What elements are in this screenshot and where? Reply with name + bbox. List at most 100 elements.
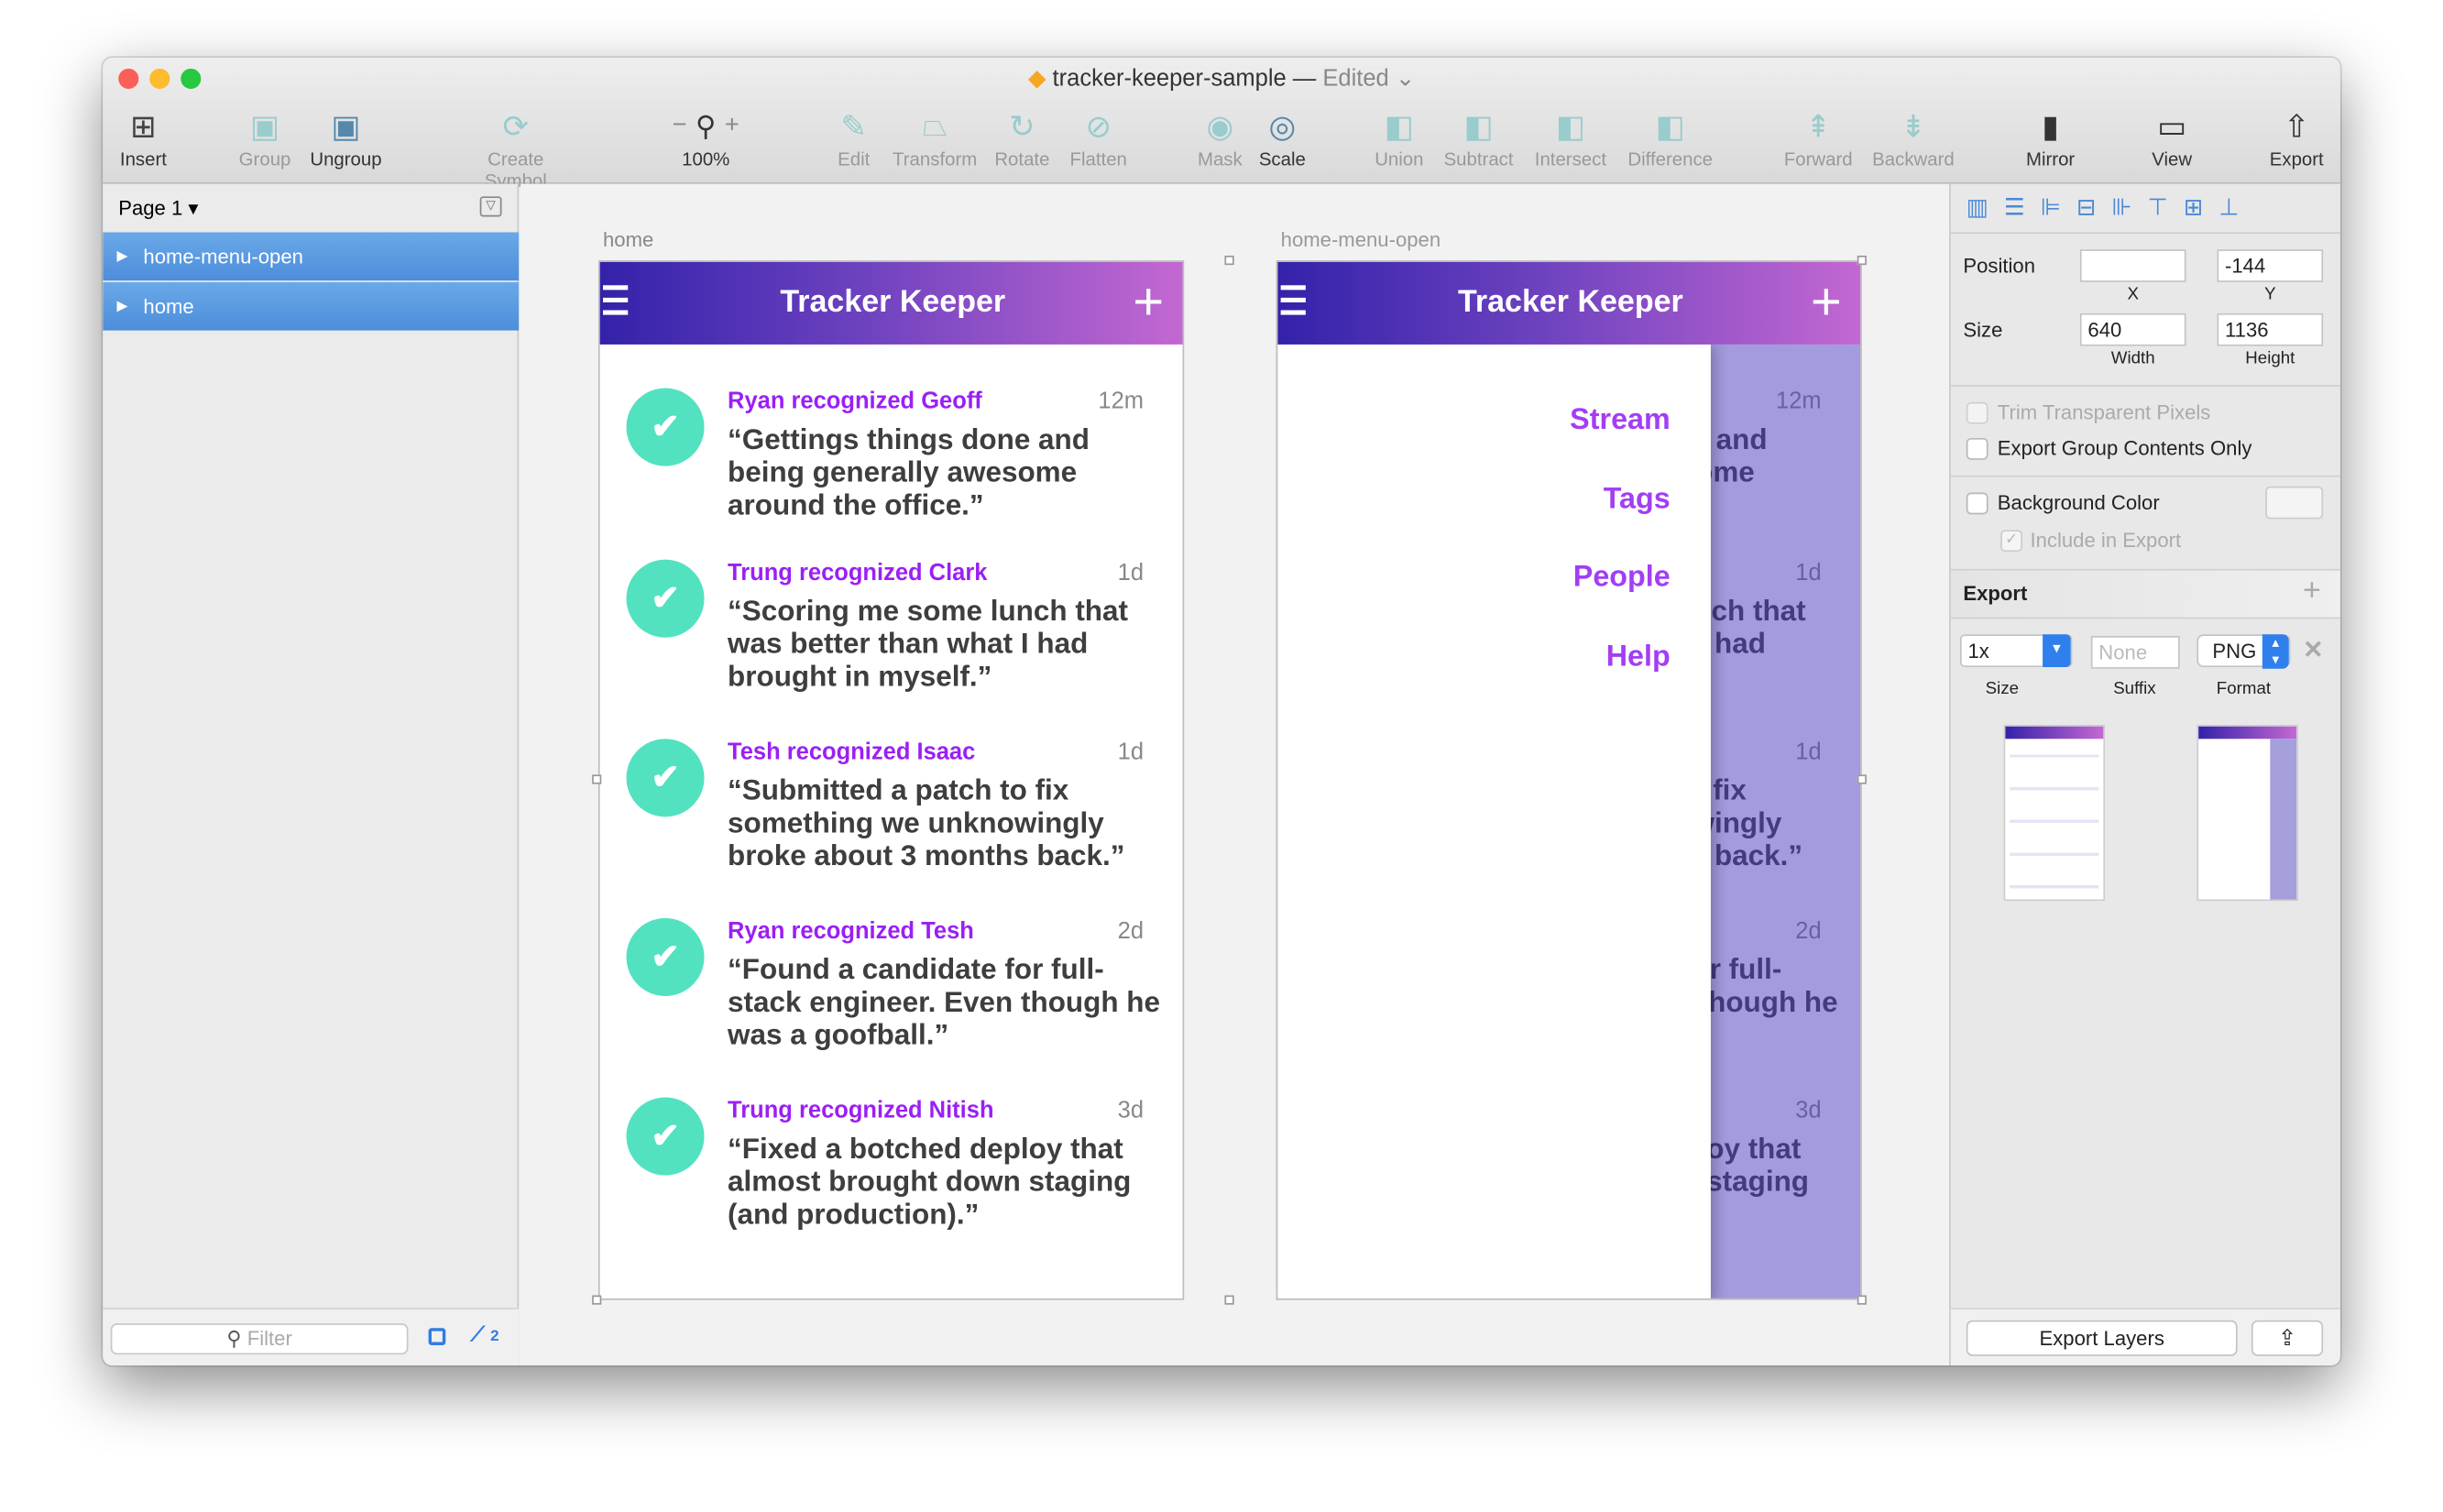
background-color-checkbox[interactable] [1966,492,1988,515]
toolbar-view-button[interactable]: ▭ View [2125,104,2218,170]
zoom-out-button[interactable]: − [673,112,687,140]
group-contents-checkbox[interactable] [1966,437,1988,460]
format-select[interactable]: PNG ▴ ▾ [2197,634,2291,669]
resize-handle[interactable] [1857,255,1867,266]
height-field[interactable]: 1136 [2217,312,2324,346]
nav-drawer: Stream Tags People Help [1277,344,1711,1298]
suffix-input[interactable]: None [2090,636,2180,669]
feed-item[interactable]: ✔ Trung recognized Nitish 3d “Fixed a bo… [600,1097,1183,1289]
layers-panel: Page 1 ▾ ▽ ▶ home-menu-open ▶ home ⚲ Filte… [103,183,520,1366]
check-icon: ✔ [626,917,705,996]
toolbar-create-symbol-button[interactable]: ⟳ Create Symbol [469,104,563,192]
align-middle-icon[interactable]: ⊞ [2184,195,2218,222]
export-layers-button[interactable]: Export Layers [1966,1320,2238,1356]
align-center-icon[interactable]: ⊟ [2076,195,2111,222]
toolbar-insert-button[interactable]: ⊞ Insert [103,104,190,170]
slices-button[interactable]: ⟋ 2 [470,1321,498,1346]
symbols-icon[interactable] [428,1328,446,1345]
toolbar-group-button[interactable]: ▣ Group [218,104,312,170]
zoom-in-button[interactable]: + [725,112,739,140]
filter-input[interactable]: ⚲ Filter [110,1323,409,1355]
align-right-icon[interactable]: ⊪ [2111,195,2147,222]
trim-checkbox[interactable] [1966,401,1988,424]
align-bottom-icon[interactable]: ⊥ [2218,195,2254,222]
toolbar-forward-button[interactable]: ⇞ Forward [1771,104,1865,170]
remove-export-icon[interactable]: ✕ [2303,634,2324,665]
resize-handle[interactable] [1857,774,1867,784]
toolbar-flatten-button[interactable]: ⊘ Flatten [1052,104,1145,170]
distribute-horizontal-icon[interactable]: ▥ [1966,195,2004,222]
view-icon: ▭ [2157,109,2187,145]
menu-item-help[interactable]: Help [1606,641,1671,674]
add-export-icon[interactable]: + [2303,574,2321,609]
artboard-home-menu-open[interactable]: ✔ Ryan recognized Geoff 12m “Gettings th… [1276,260,1862,1300]
toolbar-export-button[interactable]: ⇧ Export [2250,104,2340,170]
menu-item-people[interactable]: People [1573,561,1671,595]
export-size-select[interactable]: 1x ▾ [1959,634,2073,668]
artboard-label-menu[interactable]: home-menu-open [1281,227,1441,251]
background-color-well[interactable] [2265,486,2324,520]
x-field[interactable] [2079,249,2186,282]
disclosure-icon[interactable]: ▶ [117,282,128,331]
resize-handle[interactable] [592,774,602,784]
check-icon: ✔ [626,1097,705,1176]
resize-handle[interactable] [1224,1295,1234,1305]
zoom-icon: ⚲ [696,109,717,141]
resize-handle[interactable] [592,1295,602,1305]
feed-item[interactable]: ✔ Tesh recognized Isaac 1d “Submitted a … [600,739,1183,931]
disclosure-icon[interactable]: ▶ [117,232,128,280]
menu-item-stream[interactable]: Stream [1570,404,1671,438]
group-icon: ▣ [249,109,280,145]
toolbar-difference-button[interactable]: ◧ Difference [1624,104,1717,170]
distribute-vertical-icon[interactable]: ☰ [2004,195,2041,222]
page-selector[interactable]: Page 1 ▾ [118,196,198,221]
layer-home-menu-open[interactable]: ▶ home-menu-open [103,232,520,281]
symbol-icon: ⟳ [502,109,530,145]
app-header: Tracker Keeper + [1277,261,1861,345]
edited-status[interactable]: Edited [1322,65,1388,92]
menu-item-tags[interactable]: Tags [1604,483,1671,517]
align-top-icon[interactable]: ⊤ [2148,195,2184,222]
toolbar-transform-button[interactable]: ⏢ Transform [888,104,981,170]
feed-item[interactable]: ✔ Trung recognized Clark 1d “Scoring me … [600,559,1183,751]
mirror-icon: ▮ [2042,109,2059,145]
hamburger-menu-icon[interactable] [603,285,629,315]
feed-item[interactable]: ✔ Ryan recognized Tesh 2d “Found a candi… [600,917,1183,1110]
y-field[interactable]: -144 [2217,249,2324,282]
share-icon[interactable]: ⇪ [2251,1320,2324,1356]
toolbar-subtract-button[interactable]: ◧ Subtract [1432,104,1526,170]
pages-toggle-icon[interactable]: ▽ [479,196,502,217]
search-icon: ⚲ [226,1326,242,1351]
intersect-icon: ◧ [1555,109,1585,145]
knife-icon: ⟋ [470,1321,485,1345]
toolbar-backward-button[interactable]: ⇟ Backward [1867,104,1960,170]
layers-footer: ⚲ Filter ⟋ 2 [103,1308,520,1366]
edit-icon: ✎ [840,109,868,145]
artboard-label-home[interactable]: home [603,227,653,251]
feed-item[interactable]: ✔ Ryan recognized Geoff 12m “Gettings th… [600,388,1183,580]
check-icon: ✔ [626,739,705,817]
toolbar-intersect-button[interactable]: ◧ Intersect [1524,104,1617,170]
align-left-icon[interactable]: ⊫ [2041,195,2076,222]
toolbar-100--button[interactable]: − ⚲ +100% [659,104,752,170]
export-preview-home [2003,724,2106,902]
canvas[interactable]: home home-menu-open ✔ Ryan recognized Ge… [520,183,1950,1366]
toolbar-mirror-button[interactable]: ▮ Mirror [2004,104,2098,170]
align-toolbar[interactable]: ▥☰⊫⊟⊪⊤⊞⊥ [1950,184,2340,235]
export-icon: ⇧ [2283,109,2310,145]
artboard-home[interactable]: ✔ Ryan recognized Geoff 12m “Gettings th… [597,260,1185,1300]
plus-icon[interactable]: + [1811,271,1842,334]
backward-icon: ⇟ [1900,109,1927,145]
toolbar-edit-button[interactable]: ✎ Edit [807,104,901,170]
resize-handle[interactable] [1857,1295,1867,1305]
layer-home[interactable]: ▶ home [103,281,520,331]
toolbar-ungroup-button[interactable]: ▣ Ungroup [299,104,392,170]
include-in-export-checkbox[interactable]: ✓ [2000,530,2022,553]
stepper-icon: ▴ ▾ [2262,634,2289,669]
toolbar-scale-button[interactable]: ◎ Scale [1235,104,1329,170]
sketch-window: ◆ tracker-keeper-sample — Edited ⌄ ⊞ Inse… [103,57,2340,1366]
plus-icon[interactable]: + [1133,271,1164,334]
width-field[interactable]: 640 [2079,312,2186,346]
hamburger-menu-icon[interactable] [1280,285,1306,315]
resize-handle[interactable] [1224,255,1234,266]
